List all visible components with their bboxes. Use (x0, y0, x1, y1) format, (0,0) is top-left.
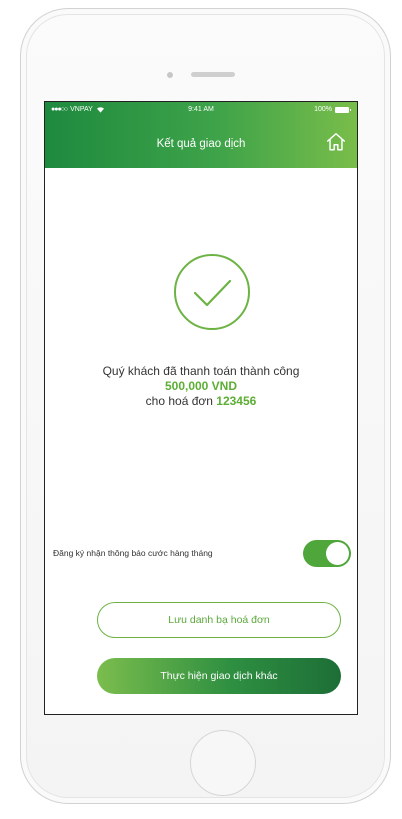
result-message-block: Quý khách đã thanh toán thành công 500,0… (45, 364, 357, 409)
payment-amount: 500,000 VND (164, 379, 238, 393)
save-bill-contact-button[interactable]: Lưu danh bạ hoá đơn (97, 602, 341, 638)
app-screen: ●●●○○ VNPAY 9:41 AM 100% Kết quả giao dị… (44, 101, 358, 715)
notification-toggle[interactable] (303, 540, 351, 567)
toggle-knob (326, 542, 349, 565)
notification-row: Đăng ký nhận thông báo cước hàng tháng (53, 540, 351, 568)
battery-icon (335, 106, 351, 113)
bill-line: cho hoá đơn 123456 (45, 394, 357, 409)
new-transaction-button[interactable]: Thực hiện giao dịch khác (97, 658, 341, 694)
notification-label: Đăng ký nhận thông báo cước hàng tháng (53, 548, 213, 558)
page-title: Kết quả giao dịch (156, 138, 246, 150)
home-icon[interactable] (325, 131, 347, 153)
phone-home-button[interactable] (190, 730, 256, 796)
battery-status: 100% (314, 106, 351, 113)
speaker-grille (191, 72, 235, 77)
camera-dot (167, 72, 173, 78)
status-time: 9:41 AM (188, 106, 214, 113)
success-message: Quý khách đã thanh toán thành công (102, 364, 300, 378)
bill-prefix: cho hoá đơn (145, 394, 217, 408)
battery-percent: 100% (314, 106, 332, 113)
app-header: ●●●○○ VNPAY 9:41 AM 100% Kết quả giao dị… (45, 102, 357, 168)
bill-id: 123456 (216, 394, 257, 408)
check-circle-icon (174, 254, 250, 330)
status-bar: ●●●○○ VNPAY 9:41 AM 100% (45, 106, 357, 118)
